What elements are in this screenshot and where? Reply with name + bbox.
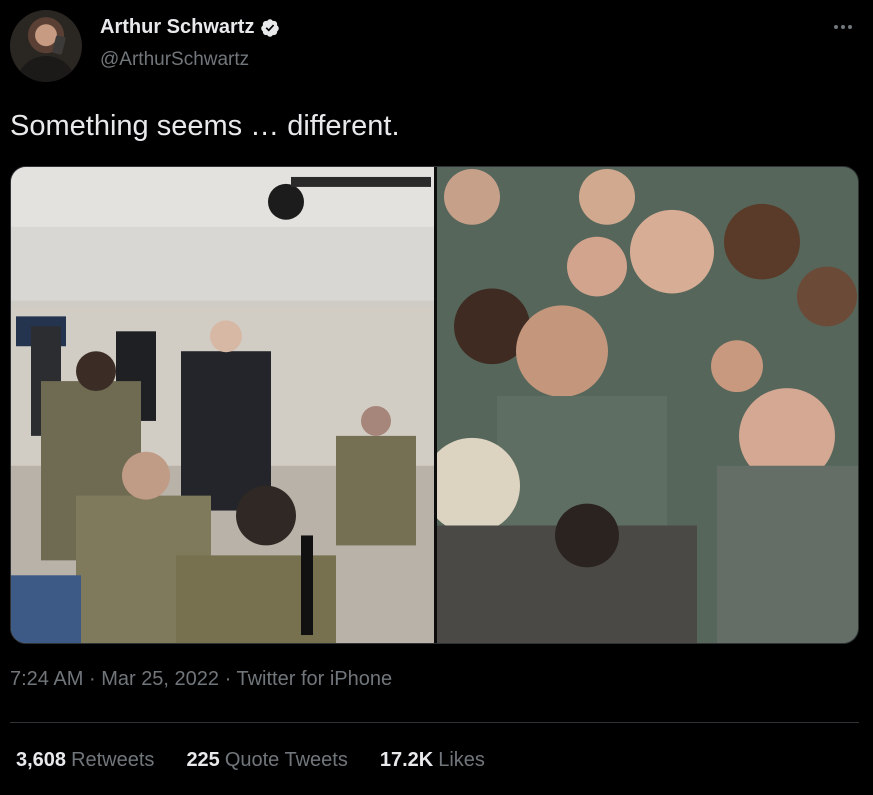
likes-label: Likes (438, 749, 485, 771)
likes-stat[interactable]: 17.2K Likes (380, 749, 485, 772)
retweets-label: Retweets (71, 749, 155, 771)
tweet-time[interactable]: 7:24 AM (10, 668, 83, 690)
engagement-stats: 3,608 Retweets 225 Quote Tweets 17.2K Likes (16, 749, 517, 772)
retweets-count: 3,608 (16, 749, 67, 771)
author-display-name[interactable]: Arthur Schwartz (100, 16, 254, 39)
tweet-text: Something seems … different. (10, 110, 400, 142)
quote-tweets-stat[interactable]: 225 Quote Tweets (186, 749, 347, 772)
likes-count: 17.2K (379, 749, 434, 771)
photo-crowd-of-airmen-image (437, 167, 858, 643)
tweet-source[interactable]: Twitter for iPhone (236, 668, 392, 690)
retweets-stat[interactable]: 3,608 Retweets (16, 749, 154, 772)
divider (10, 722, 859, 723)
quote-tweets-count: 225 (186, 749, 220, 771)
media-photo-1[interactable] (11, 167, 434, 643)
tweet-meta: 7:24 AM · Mar 25, 2022 · Twitter for iPh… (10, 668, 392, 691)
avatar-figure (16, 56, 76, 82)
tweet-date[interactable]: Mar 25, 2022 (101, 668, 219, 690)
quote-tweets-label: Quote Tweets (224, 749, 348, 771)
meta-separator: · (224, 668, 232, 690)
phone-shape (51, 35, 67, 55)
author-handle[interactable]: @ArthurSchwartz (100, 49, 249, 71)
tweet-media[interactable] (10, 166, 859, 644)
author-avatar[interactable] (10, 10, 82, 82)
more-options-icon[interactable] (828, 15, 858, 39)
author-name-row[interactable]: Arthur Schwartz (100, 16, 280, 39)
meta-separator: · (88, 668, 96, 690)
media-photo-2[interactable] (437, 167, 858, 643)
verified-badge-icon (261, 18, 280, 37)
photo-meeting-with-soldiers-image (11, 167, 434, 643)
